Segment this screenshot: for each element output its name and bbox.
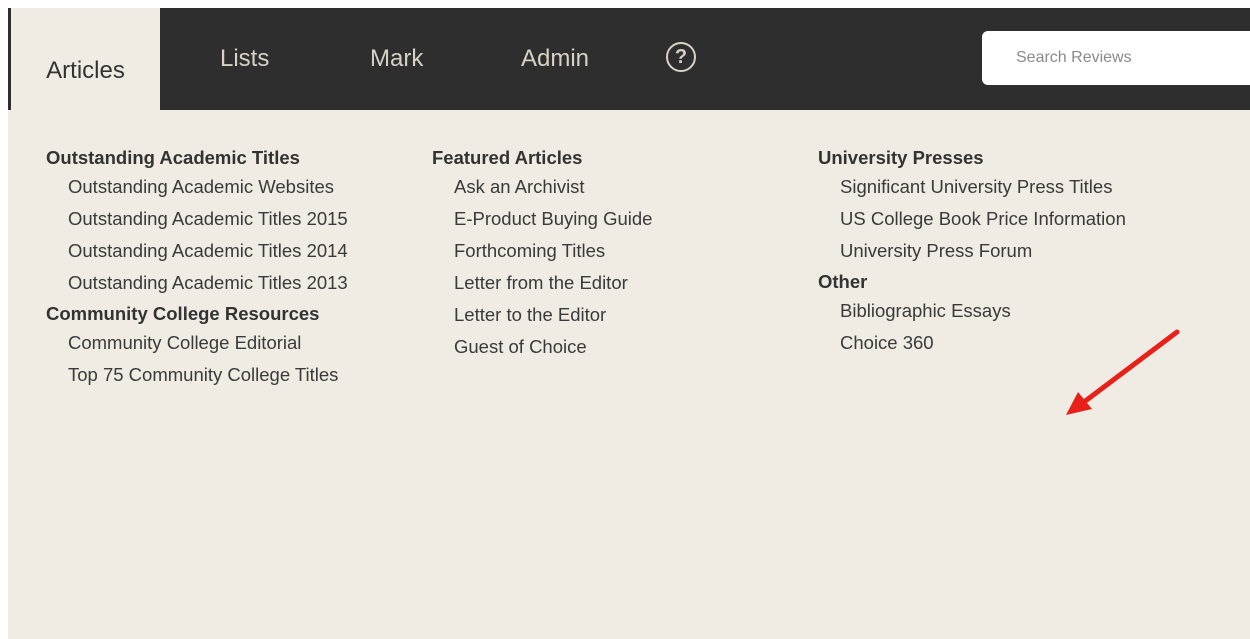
tab-mark[interactable]: Mark xyxy=(370,8,423,110)
menu-column-2: Featured Articles Ask an Archivist E-Pro… xyxy=(432,146,802,366)
menu-column-1: Outstanding Academic Titles Outstanding … xyxy=(46,146,416,394)
tab-lists[interactable]: Lists xyxy=(220,8,269,110)
link-forthcoming-titles[interactable]: Forthcoming Titles xyxy=(432,238,764,264)
link-oat-2013[interactable]: Outstanding Academic Titles 2013 xyxy=(46,270,358,296)
link-us-college-book-price-information[interactable]: US College Book Price Information xyxy=(818,206,1140,232)
red-arrow-annotation-icon xyxy=(1066,329,1180,415)
link-e-product-buying-guide[interactable]: E-Product Buying Guide xyxy=(432,206,764,232)
section-title-university-presses: University Presses xyxy=(818,147,984,168)
section-title-outstanding-academic-titles: Outstanding Academic Titles xyxy=(46,147,300,168)
top-navbar: Articles Lists Mark Admin ? xyxy=(8,8,1250,134)
link-top-75-community-college-titles[interactable]: Top 75 Community College Titles xyxy=(46,362,358,388)
link-oat-2014[interactable]: Outstanding Academic Titles 2014 xyxy=(46,238,358,264)
section-title-featured-articles: Featured Articles xyxy=(432,147,583,168)
link-ask-an-archivist[interactable]: Ask an Archivist xyxy=(432,174,764,200)
help-question-icon[interactable]: ? xyxy=(666,42,696,72)
link-community-college-editorial[interactable]: Community College Editorial xyxy=(46,330,358,356)
link-guest-of-choice[interactable]: Guest of Choice xyxy=(432,334,764,360)
link-letter-to-the-editor[interactable]: Letter to the Editor xyxy=(432,302,764,328)
search-input[interactable] xyxy=(982,31,1250,85)
link-significant-university-press-titles[interactable]: Significant University Press Titles xyxy=(818,174,1140,200)
link-university-press-forum[interactable]: University Press Forum xyxy=(818,238,1140,264)
link-letter-from-the-editor[interactable]: Letter from the Editor xyxy=(432,270,764,296)
link-oat-2015[interactable]: Outstanding Academic Titles 2015 xyxy=(46,206,358,232)
section-title-community-college-resources: Community College Resources xyxy=(46,303,320,324)
link-outstanding-academic-websites[interactable]: Outstanding Academic Websites xyxy=(46,174,358,200)
section-title-other: Other xyxy=(818,271,868,292)
tab-articles[interactable]: Articles xyxy=(11,8,160,134)
tab-admin[interactable]: Admin xyxy=(521,8,589,110)
